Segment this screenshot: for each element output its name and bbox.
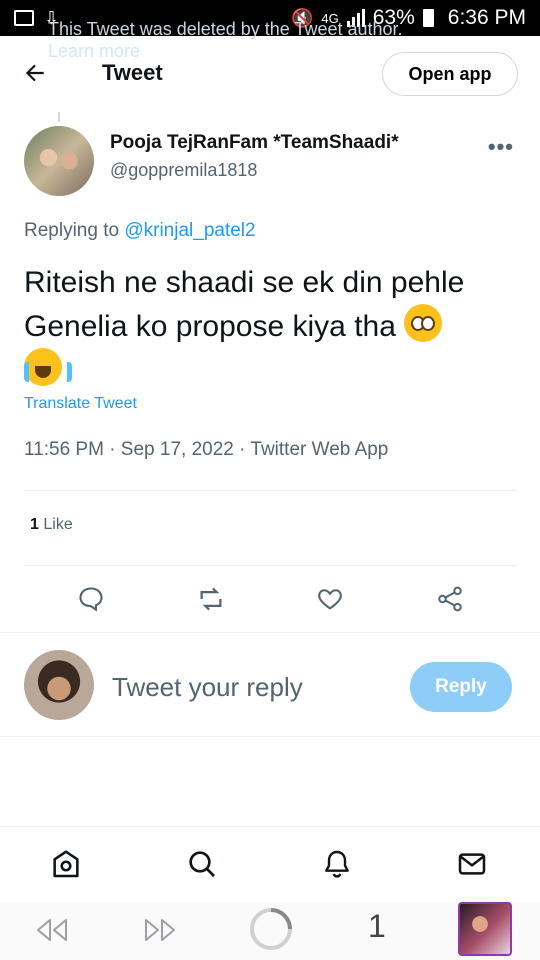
divider [0, 736, 540, 737]
like-count[interactable]: 1 Like [30, 516, 73, 534]
user-avatar [24, 650, 94, 720]
thread-connector [58, 112, 60, 122]
deleted-notice-ghost: This Tweet was deleted by the Tweet auth… [48, 18, 403, 62]
notifications-bell-icon[interactable] [320, 847, 354, 881]
bottom-nav [0, 826, 540, 902]
share-icon[interactable] [433, 582, 467, 616]
page-title: Tweet [102, 60, 163, 85]
battery-icon [422, 9, 434, 27]
loading-spinner-icon[interactable] [248, 906, 294, 952]
more-options-icon[interactable]: ••• [488, 134, 514, 160]
retweet-icon[interactable] [194, 582, 228, 616]
deleted-notice-text: This Tweet was deleted by the Tweet auth… [48, 19, 403, 39]
author-name[interactable]: Pooja TejRanFam *TeamShaadi* [110, 132, 399, 154]
author-handle[interactable]: @goppremila1818 [110, 160, 257, 181]
replying-prefix: Replying to [24, 220, 120, 241]
clock: 6:36 PM [447, 6, 526, 29]
browser-toolbar: 1 [0, 902, 540, 960]
reply-icon[interactable] [74, 582, 108, 616]
gallery-notification-icon [14, 10, 34, 26]
tweet-text-line2: Genelia ko propose kiya tha [24, 310, 396, 343]
tweet-timestamp[interactable]: 11:56 PM · Sep 17, 2022 · Twitter Web Ap… [24, 439, 388, 461]
replying-to: Replying to @krinjal_patel2 [24, 220, 256, 242]
back-arrow-icon[interactable] [22, 60, 48, 86]
replying-handle-link[interactable]: @krinjal_patel2 [124, 220, 255, 241]
divider [24, 490, 516, 491]
top-header: This Tweet was deleted by the Tweet auth… [0, 19, 540, 110]
home-icon[interactable] [49, 847, 83, 881]
profile-thumbnail-image [458, 902, 512, 956]
browser-back-icon[interactable] [32, 914, 72, 946]
search-icon[interactable] [185, 847, 219, 881]
reply-button[interactable]: Reply [410, 662, 512, 712]
tab-count[interactable]: 1 [368, 908, 386, 945]
like-count-label: Like [43, 516, 73, 533]
open-app-button[interactable]: Open app [382, 52, 518, 96]
pleading-face-icon [404, 304, 443, 342]
tweet-actions [0, 582, 540, 618]
like-heart-icon[interactable] [313, 582, 347, 616]
reply-input[interactable] [112, 672, 392, 703]
tweet-text-line1: Riteish ne shaadi se ek din pehle [24, 266, 465, 299]
author-avatar[interactable] [24, 126, 94, 196]
profile-thumbnail[interactable] [458, 902, 512, 956]
divider [0, 632, 540, 633]
translate-tweet-link[interactable]: Translate Tweet [24, 395, 137, 413]
loudly-crying-face-icon [24, 348, 72, 386]
browser-forward-icon[interactable] [140, 914, 180, 946]
learn-more-link: Learn more [48, 41, 141, 61]
tweet-text: Riteish ne shaadi se ek din pehle Geneli… [24, 262, 524, 392]
messages-icon[interactable] [455, 847, 489, 881]
like-count-number: 1 [30, 516, 39, 533]
divider [24, 565, 516, 566]
